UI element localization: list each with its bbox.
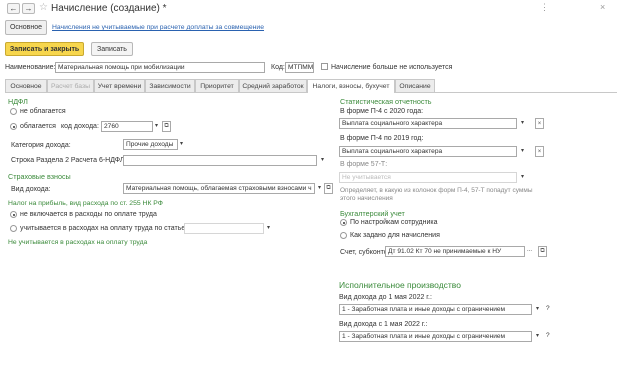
tab-taxes[interactable]: Налоги, взносы, бухучет (307, 79, 395, 93)
profit-opt1-label: не включается в расходы по оплате труда (20, 211, 157, 218)
f57-note-1: Определяет, в какую из колонок форм П-4,… (340, 187, 533, 194)
chevron-down-icon[interactable]: ▾ (521, 119, 524, 126)
profit-opt2-radio[interactable] (10, 225, 17, 232)
profit-note: Не учитывается в расходах на оплату труд… (8, 239, 148, 246)
help-icon[interactable]: ? (546, 332, 550, 339)
close-icon[interactable]: × (600, 2, 605, 12)
p4-2019-input[interactable]: Выплата социального характера (339, 146, 517, 157)
enforcement-header: Исполнительное производство (339, 280, 461, 290)
open-icon[interactable]: ⧉ (538, 246, 547, 257)
category-input[interactable]: Прочие доходы (основна (123, 139, 178, 150)
chevron-down-icon[interactable]: ▾ (318, 184, 321, 191)
ndfl-taxed-radio[interactable] (10, 123, 17, 130)
window-title: Начисление (создание) * (51, 3, 167, 14)
f57-input[interactable]: Не учитывается (339, 172, 517, 183)
tab-description[interactable]: Описание (395, 79, 435, 92)
accounting-opt2-label: Как задано для начисления (350, 232, 440, 239)
ndfl-code-input[interactable]: 2760 (101, 121, 153, 132)
ellipsis-icon[interactable]: ... (527, 247, 532, 253)
tab-base[interactable]: Расчет базы (47, 79, 94, 92)
p4-2020-input[interactable]: Выплата социального характера (339, 118, 517, 129)
insurance-kind-label: Вид дохода: (11, 186, 51, 193)
f57-note-2: этого начисления (340, 195, 393, 202)
accounting-opt1-label: По настройкам сотрудника (350, 219, 438, 226)
open-icon[interactable]: ⧉ (324, 183, 333, 194)
chevron-down-icon[interactable]: ▾ (536, 305, 539, 312)
ndfl-header: НДФЛ (8, 97, 28, 106)
enforcement-before-input[interactable]: 1 - Заработная плата и иные доходы с огр… (339, 304, 532, 315)
profit-tax-header: Налог на прибыль, вид расхода по ст. 255… (8, 200, 163, 207)
enforcement-before-label: Вид дохода до 1 мая 2022 г.: (339, 294, 432, 301)
accounting-header: Бухгалтерский учет (340, 209, 405, 218)
code-input[interactable]: МТПММ (285, 62, 314, 73)
enforcement-after-input[interactable]: 1 - Заработная плата и иные доходы с огр… (339, 331, 532, 342)
chevron-down-icon[interactable]: ▾ (521, 147, 524, 154)
star-icon[interactable]: ☆ (39, 2, 48, 13)
ndfl-not-taxed-radio[interactable] (10, 108, 17, 115)
help-icon[interactable]: ? (546, 305, 550, 312)
name-input[interactable]: Материальная помощь при мобилизации (55, 62, 265, 73)
tab-dependencies[interactable]: Зависимости (145, 79, 195, 92)
arrow-right-icon: → (24, 4, 33, 13)
insurance-header: Страховые взносы (8, 172, 71, 181)
category-label: Категория дохода: (11, 142, 71, 149)
name-label: Наименование: (5, 64, 56, 71)
chevron-down-icon[interactable]: ▾ (155, 122, 158, 129)
profit-opt1-radio[interactable] (10, 211, 17, 218)
chevron-down-icon[interactable]: ▾ (536, 332, 539, 339)
accounting-opt2-radio[interactable] (340, 232, 347, 239)
ndfl-line-label: Строка Раздела 2 Расчета 6-НДФЛ: (11, 157, 127, 164)
p4-2019-label: В форме П-4 по 2019 год: (340, 135, 424, 142)
tab-priority[interactable]: Приоритет (195, 79, 239, 92)
forward-button[interactable]: → (22, 3, 35, 14)
accounting-opt1-radio[interactable] (340, 219, 347, 226)
ndfl-not-taxed-label: не облагается (20, 108, 66, 115)
p4-2020-label: В форме П-4 с 2020 года: (340, 108, 424, 115)
enforcement-after-label: Вид дохода с 1 мая 2022 г.: (339, 321, 428, 328)
unused-checkbox[interactable] (321, 63, 328, 70)
clear-icon[interactable]: × (535, 118, 544, 129)
unused-label: Начисление больше не используется (331, 64, 453, 71)
clear-icon[interactable]: × (535, 146, 544, 157)
profit-article-input[interactable] (184, 223, 264, 234)
more-icon[interactable]: ⋮ (540, 2, 549, 13)
save-close-button[interactable]: Записать и закрыть (5, 42, 84, 56)
ndfl-line-input[interactable] (123, 155, 317, 166)
open-icon[interactable]: ⧉ (162, 121, 171, 132)
ndfl-code-label: код дохода: (61, 123, 99, 130)
chevron-down-icon[interactable]: ▾ (321, 156, 324, 163)
back-button[interactable]: ← (7, 3, 20, 14)
code-label: Код: (271, 64, 285, 71)
chevron-down-icon[interactable]: ▾ (267, 224, 270, 231)
tab-average-earnings[interactable]: Средний заработок (239, 79, 307, 92)
tab-main-top[interactable]: Основное (5, 20, 47, 35)
account-label: Счет, субконто: (340, 249, 390, 256)
stat-header: Статистическая отчетность (340, 97, 432, 106)
save-button[interactable]: Записать (91, 42, 133, 56)
profit-opt2-label: учитывается в расходах на оплату труда п… (20, 225, 188, 232)
insurance-kind-input[interactable]: Материальная помощь, облагаемая страховы… (123, 183, 315, 194)
account-input[interactable]: Дт 91.02 Кт 70 не принимаемые к НУ (385, 246, 525, 257)
tab-main[interactable]: Основное (5, 79, 47, 92)
f57-label: В форме 57-Т: (340, 161, 388, 168)
chevron-down-icon[interactable]: ▾ (180, 140, 183, 147)
ndfl-taxed-label: облагается (20, 123, 56, 130)
accruals-link[interactable]: Начисления не учитываемые при расчете до… (52, 24, 264, 31)
arrow-left-icon: ← (9, 4, 18, 13)
chevron-down-icon[interactable]: ▾ (521, 173, 524, 180)
tab-time[interactable]: Учет времени (94, 79, 145, 92)
